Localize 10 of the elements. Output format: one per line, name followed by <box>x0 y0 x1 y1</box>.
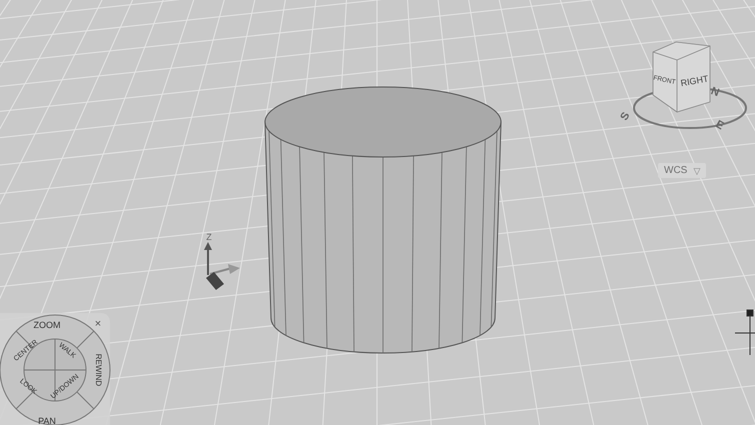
wheel-wedge-label[interactable]: ZOOM <box>34 320 60 330</box>
cube-face-label: RIGHT <box>680 74 710 88</box>
compass-letter: E <box>713 118 726 132</box>
compass-letter: N <box>709 85 721 100</box>
wheel-wedge-label[interactable]: REWIND <box>94 354 103 386</box>
compass-letter: S <box>618 110 632 123</box>
wheel-wedge-label[interactable]: PAN <box>38 416 56 425</box>
caret-icon: ▽ <box>693 166 700 176</box>
close-button[interactable]: × <box>94 318 102 330</box>
axis-label: Z <box>206 232 212 242</box>
